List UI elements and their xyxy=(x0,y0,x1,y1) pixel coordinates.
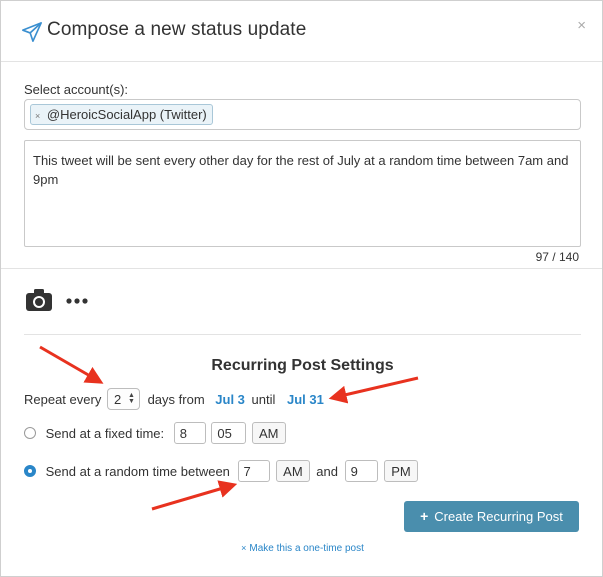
start-date-link[interactable]: Jul 3 xyxy=(215,392,245,407)
fixed-minute-input[interactable]: 05 xyxy=(211,422,247,444)
x-icon: × xyxy=(241,543,247,553)
fixed-hour-input[interactable]: 8 xyxy=(173,422,206,444)
plus-icon: + xyxy=(420,508,429,524)
dialog-header: Compose a new status update × xyxy=(1,1,602,62)
end-date-link[interactable]: Jul 31 xyxy=(287,392,324,407)
fixed-ampm-toggle[interactable]: AM xyxy=(252,422,286,444)
repeat-row: Repeat every 2 ▲ ▼ days from Jul 3 until … xyxy=(24,388,324,410)
camera-icon[interactable] xyxy=(25,288,53,312)
until-label: until xyxy=(251,391,276,407)
divider xyxy=(1,268,602,269)
dialog-title: Compose a new status update xyxy=(47,19,307,40)
account-selector[interactable]: × @HeroicSocialApp (Twitter) xyxy=(24,99,581,130)
remove-tag-icon[interactable]: × xyxy=(35,111,40,121)
recurring-settings-title: Recurring Post Settings xyxy=(211,357,394,374)
repeat-interval-value: 2 xyxy=(113,392,122,407)
select-account-label: Select account(s): xyxy=(24,82,129,97)
create-recurring-post-button[interactable]: + Create Recurring Post xyxy=(404,501,579,532)
updown-arrows-icon: ▲ ▼ xyxy=(128,392,135,405)
fixed-time-row: Send at a fixed time: 8 05 AM xyxy=(24,422,286,444)
random-to-hour-input[interactable]: 9 xyxy=(344,460,378,482)
repeat-label: Repeat every xyxy=(24,391,102,407)
and-label: and xyxy=(316,463,338,479)
fixed-time-label: Send at a fixed time: xyxy=(45,425,165,441)
random-time-row: Send at a random time between 7 AM and 9… xyxy=(24,460,418,482)
one-time-post-link[interactable]: × Make this a one-time post xyxy=(1,543,603,554)
more-icon[interactable] xyxy=(66,298,88,304)
random-from-hour-input[interactable]: 7 xyxy=(237,460,270,482)
random-time-radio[interactable] xyxy=(24,465,36,477)
close-icon[interactable]: × xyxy=(577,17,586,34)
character-count: 97 / 140 xyxy=(535,250,579,264)
days-from-label: days from xyxy=(147,391,205,407)
repeat-interval-select[interactable]: 2 ▲ ▼ xyxy=(106,388,140,410)
account-tag: × @HeroicSocialApp (Twitter) xyxy=(30,104,213,125)
create-button-label: Create Recurring Post xyxy=(434,509,563,524)
message-text: This tweet will be sent every other day … xyxy=(33,153,569,187)
divider xyxy=(24,334,581,335)
account-tag-label: @HeroicSocialApp (Twitter) xyxy=(46,107,207,122)
paper-plane-icon xyxy=(22,22,42,42)
random-time-label: Send at a random time between xyxy=(45,463,230,479)
random-from-ampm-toggle[interactable]: AM xyxy=(276,460,310,482)
fixed-time-radio[interactable] xyxy=(24,427,36,439)
message-textarea[interactable]: This tweet will be sent every other day … xyxy=(24,140,581,247)
compose-dialog: Compose a new status update × Select acc… xyxy=(0,0,603,577)
random-to-ampm-toggle[interactable]: PM xyxy=(384,460,418,482)
one-time-link-label: Make this a one-time post xyxy=(249,543,364,554)
